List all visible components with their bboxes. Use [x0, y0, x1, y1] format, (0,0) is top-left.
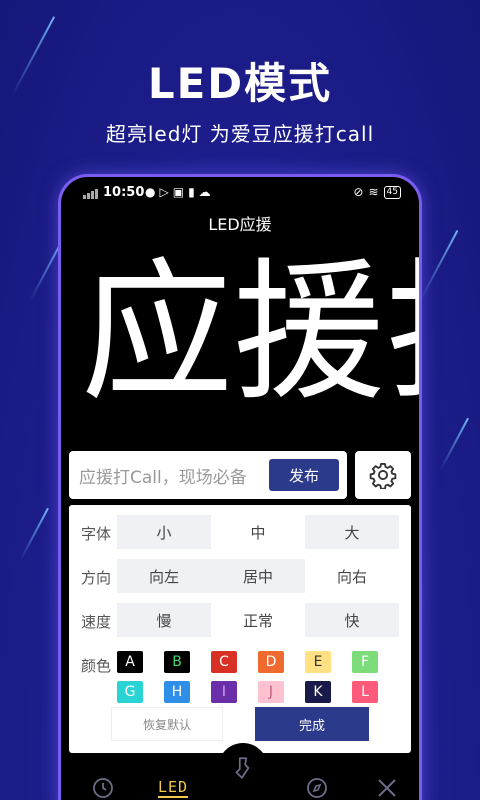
tools-icon: [378, 779, 396, 797]
nav-tools[interactable]: [367, 773, 407, 800]
light-streak: [19, 507, 50, 562]
app-icon: ▣: [172, 185, 185, 199]
mute-icon: ⊘: [353, 185, 364, 199]
color-swatch-k[interactable]: K: [305, 681, 331, 703]
trash-icon: ▮: [188, 185, 195, 199]
color-swatch-f[interactable]: F: [352, 651, 378, 673]
color-swatch-i[interactable]: I: [211, 681, 237, 703]
color-swatch-l[interactable]: L: [352, 681, 378, 703]
light-streak: [419, 229, 459, 302]
color-swatch-c[interactable]: C: [211, 651, 237, 673]
font-size-small[interactable]: 小: [117, 515, 211, 549]
status-time: 10:50: [103, 185, 145, 200]
nav-led-label: LED: [157, 778, 189, 798]
led-display: 应援打: [61, 239, 419, 429]
font-size-large[interactable]: 大: [305, 515, 399, 549]
wifi-icon: ≋: [368, 185, 379, 199]
clock-icon: [93, 778, 113, 798]
speed-fast[interactable]: 快: [305, 603, 399, 637]
direction-left[interactable]: 向左: [117, 559, 211, 593]
direction-label: 方向: [81, 569, 112, 587]
color-swatch-j[interactable]: J: [258, 681, 284, 703]
cloud-icon: ☁: [198, 185, 211, 199]
speed-label: 速度: [81, 613, 112, 631]
phone-mockup: 10:50 ● ▷ ▣ ▮ ☁ ⊘ ≋ 45 LED应援 应援打 应援打Call…: [58, 174, 422, 800]
signal-icon: [83, 189, 98, 199]
nav-history[interactable]: [83, 773, 123, 800]
promo-subline: 超亮led灯 为爱豆应援打call: [105, 122, 375, 146]
speed-slow[interactable]: 慢: [117, 603, 211, 637]
direction-center[interactable]: 居中: [211, 559, 305, 593]
speed-normal[interactable]: 正常: [211, 603, 305, 637]
done-button[interactable]: 完成: [255, 707, 369, 741]
reset-default-button[interactable]: 恢复默认: [111, 707, 223, 741]
color-swatch-d[interactable]: D: [258, 651, 284, 673]
color-swatch-b[interactable]: B: [164, 651, 190, 673]
flashlight-icon: [235, 757, 250, 779]
direction-row: 方向 向左 居中 向右: [69, 559, 411, 593]
play-icon: ▷: [159, 185, 169, 199]
status-bar: 10:50 ● ▷ ▣ ▮ ☁ ⊘ ≋ 45: [61, 183, 419, 203]
speed-row: 速度 慢 正常 快: [69, 603, 411, 637]
led-scrolling-text: 应援打: [81, 244, 419, 421]
nav-flashlight[interactable]: [218, 743, 268, 793]
color-label: 颜色: [81, 657, 112, 675]
bottom-nav: LED: [61, 743, 419, 800]
font-size-label: 字体: [81, 525, 112, 543]
status-system-icons: ⊘ ≋ 45: [353, 185, 401, 199]
chat-icon: ●: [145, 185, 156, 199]
publish-button[interactable]: 发布: [269, 459, 339, 491]
status-notification-icons: ● ▷ ▣ ▮ ☁: [145, 185, 211, 199]
direction-right[interactable]: 向右: [305, 559, 399, 593]
gear-icon: [369, 462, 397, 489]
battery-icon: 45: [383, 185, 401, 199]
input-row: 应援打Call，现场必备 发布: [69, 451, 415, 499]
nav-led[interactable]: LED: [153, 773, 193, 800]
settings-button[interactable]: [355, 451, 411, 499]
settings-panel: 字体 小 中 大 方向 向左 居中 向右 速度 慢 正常 快 颜色 ABCDEF…: [69, 505, 411, 753]
font-size-medium[interactable]: 中: [211, 515, 305, 549]
color-swatch-e[interactable]: E: [305, 651, 331, 673]
color-swatch-a[interactable]: A: [117, 651, 143, 673]
light-streak: [439, 417, 470, 472]
color-swatch-h[interactable]: H: [164, 681, 190, 703]
color-swatch-g[interactable]: G: [117, 681, 143, 703]
color-row: 颜色 ABCDEF GHIJKL: [69, 647, 411, 703]
nav-discover[interactable]: [297, 773, 337, 800]
compass-icon: [307, 778, 327, 798]
promo-headline: LED模式: [147, 59, 333, 108]
page-title: LED应援: [208, 215, 272, 234]
font-size-row: 字体 小 中 大: [69, 515, 411, 549]
